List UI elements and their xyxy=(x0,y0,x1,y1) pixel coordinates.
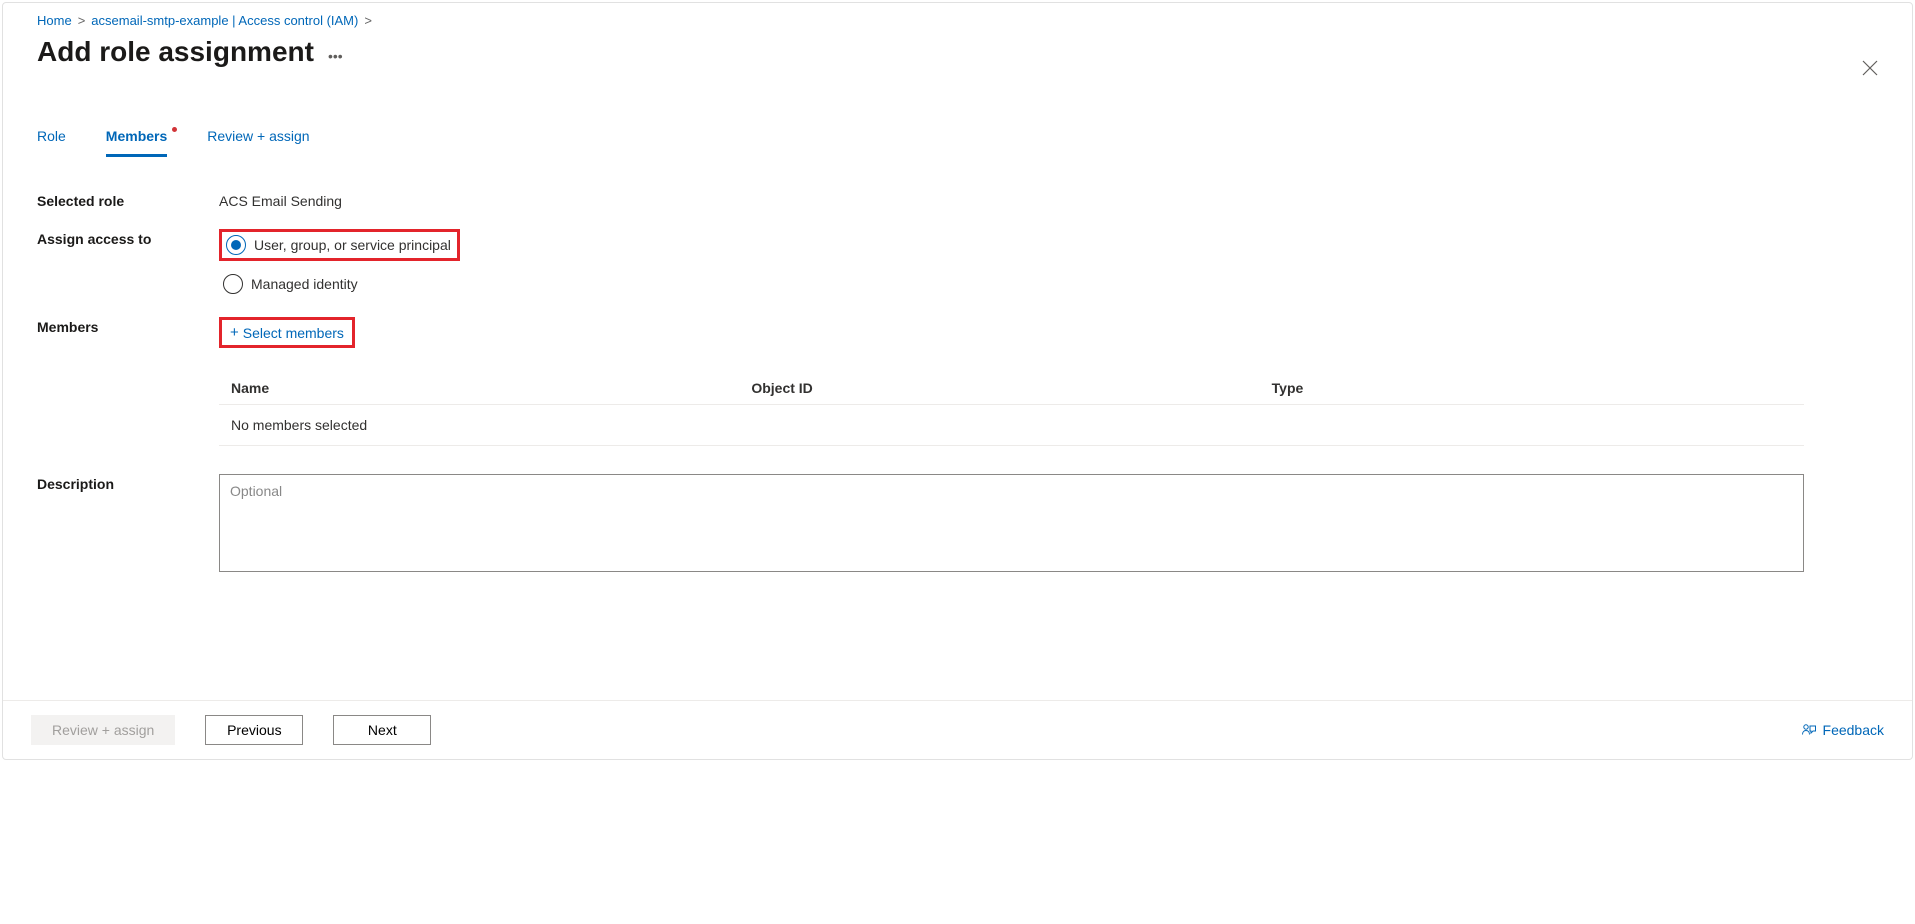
chevron-right-icon: > xyxy=(78,13,86,28)
tab-members[interactable]: Members xyxy=(106,128,167,157)
assign-access-to-label: Assign access to xyxy=(37,229,219,247)
radio-icon xyxy=(223,274,243,294)
select-members-label: Select members xyxy=(243,325,344,341)
radio-label: User, group, or service principal xyxy=(254,237,451,253)
breadcrumb: Home > acsemail-smtp-example | Access co… xyxy=(37,13,1884,28)
members-label: Members xyxy=(37,317,219,335)
description-label: Description xyxy=(37,474,219,492)
select-members-button[interactable]: + Select members xyxy=(230,322,344,343)
column-object-id: Object ID xyxy=(751,380,1271,396)
members-table: Name Object ID Type No members selected xyxy=(219,372,1804,446)
next-button[interactable]: Next xyxy=(333,715,431,745)
feedback-link[interactable]: Feedback xyxy=(1801,722,1884,738)
page-title: Add role assignment xyxy=(37,36,314,68)
selected-role-label: Selected role xyxy=(37,191,219,209)
footer-bar: Review + assign Previous Next Feedback xyxy=(3,700,1912,759)
breadcrumb-home[interactable]: Home xyxy=(37,13,72,28)
feedback-icon xyxy=(1801,722,1817,738)
breadcrumb-resource[interactable]: acsemail-smtp-example | Access control (… xyxy=(91,13,358,28)
radio-user-group-principal[interactable]: User, group, or service principal xyxy=(222,232,457,258)
radio-label: Managed identity xyxy=(251,276,358,292)
description-input[interactable] xyxy=(219,474,1804,572)
review-assign-button[interactable]: Review + assign xyxy=(31,715,175,745)
tabs: Role Members Review + assign xyxy=(37,128,1884,157)
radio-icon xyxy=(226,235,246,255)
chevron-right-icon: > xyxy=(364,13,372,28)
column-type: Type xyxy=(1272,380,1792,396)
previous-button[interactable]: Previous xyxy=(205,715,303,745)
selected-role-value: ACS Email Sending xyxy=(219,191,1884,209)
plus-icon: + xyxy=(230,324,239,341)
more-icon[interactable]: ••• xyxy=(328,34,343,70)
tab-members-label: Members xyxy=(106,128,167,144)
tab-role[interactable]: Role xyxy=(37,128,66,157)
close-icon xyxy=(1862,60,1878,76)
column-name: Name xyxy=(231,380,751,396)
radio-managed-identity[interactable]: Managed identity xyxy=(219,271,1884,297)
tab-review-assign[interactable]: Review + assign xyxy=(207,128,309,157)
validation-dot-icon xyxy=(172,127,177,132)
feedback-label: Feedback xyxy=(1823,722,1884,738)
table-empty-message: No members selected xyxy=(219,405,1804,446)
close-button[interactable] xyxy=(1856,59,1884,82)
